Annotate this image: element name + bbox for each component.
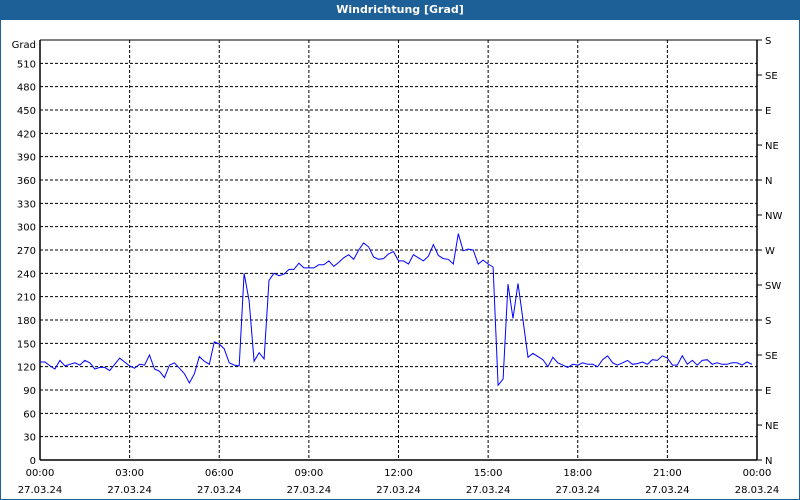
x-tick-time: 06:00 bbox=[205, 468, 234, 479]
y-tick-label: 480 bbox=[17, 83, 36, 94]
compass-label: NE bbox=[765, 141, 779, 152]
y-tick-label: 420 bbox=[17, 129, 36, 140]
series-line-wind-direction bbox=[40, 233, 753, 387]
y-tick-label: 390 bbox=[17, 153, 36, 164]
y-axis-label: Grad bbox=[12, 40, 36, 51]
y-tick-label: 240 bbox=[17, 269, 36, 280]
y-tick-label: 330 bbox=[17, 199, 36, 210]
y-tick-label: 0 bbox=[30, 456, 36, 467]
y-tick-label: 120 bbox=[17, 363, 36, 374]
x-tick-date: 28.03.24 bbox=[735, 485, 780, 496]
x-tick-time: 03:00 bbox=[115, 468, 144, 479]
x-tick-date: 27.03.24 bbox=[197, 485, 242, 496]
x-tick-date: 27.03.24 bbox=[287, 485, 332, 496]
x-tick-time: 12:00 bbox=[384, 468, 413, 479]
compass-label: S bbox=[765, 316, 771, 327]
y-tick-label: 30 bbox=[23, 433, 36, 444]
y-tick-label: 150 bbox=[17, 339, 36, 350]
x-tick-time: 00:00 bbox=[743, 468, 772, 479]
x-tick-time: 21:00 bbox=[653, 468, 682, 479]
compass-label: N bbox=[765, 456, 772, 467]
x-tick-date: 27.03.24 bbox=[645, 485, 690, 496]
y-tick-label: 450 bbox=[17, 106, 36, 117]
y-tick-label: 300 bbox=[17, 223, 36, 234]
compass-label: NE bbox=[765, 421, 779, 432]
x-tick-date: 27.03.24 bbox=[376, 485, 421, 496]
y-tick-label: 360 bbox=[17, 176, 36, 187]
y-tick-label: 210 bbox=[17, 293, 36, 304]
compass-label: N bbox=[765, 176, 772, 187]
y-tick-label: 510 bbox=[17, 59, 36, 70]
compass-label: S bbox=[765, 36, 771, 47]
compass-label: E bbox=[765, 386, 771, 397]
wind-direction-chart: 0 30 60 90 120 150 180 210 240 270 300 330 360 390 420… bbox=[12, 36, 783, 496]
compass-label: NW bbox=[765, 211, 782, 222]
x-tick-time: 18:00 bbox=[563, 468, 592, 479]
x-tick-time: 00:00 bbox=[26, 468, 55, 479]
x-tick-date: 27.03.24 bbox=[18, 485, 63, 496]
y-tick-label: 270 bbox=[17, 246, 36, 257]
x-tick-date: 27.03.24 bbox=[107, 485, 152, 496]
y-tick-label: 60 bbox=[23, 409, 36, 420]
compass-label: E bbox=[765, 106, 771, 117]
x-tick-time: 09:00 bbox=[294, 468, 323, 479]
x-tick-time: 15:00 bbox=[474, 468, 503, 479]
y-tick-label: 90 bbox=[23, 386, 36, 397]
compass-label: SE bbox=[765, 351, 778, 362]
x-tick-date: 27.03.24 bbox=[466, 485, 511, 496]
x-tick-date: 27.03.24 bbox=[555, 485, 600, 496]
compass-label: SE bbox=[765, 71, 778, 82]
y-tick-label: 180 bbox=[17, 316, 36, 327]
compass-label: SW bbox=[765, 281, 781, 292]
compass-label: W bbox=[765, 246, 775, 257]
